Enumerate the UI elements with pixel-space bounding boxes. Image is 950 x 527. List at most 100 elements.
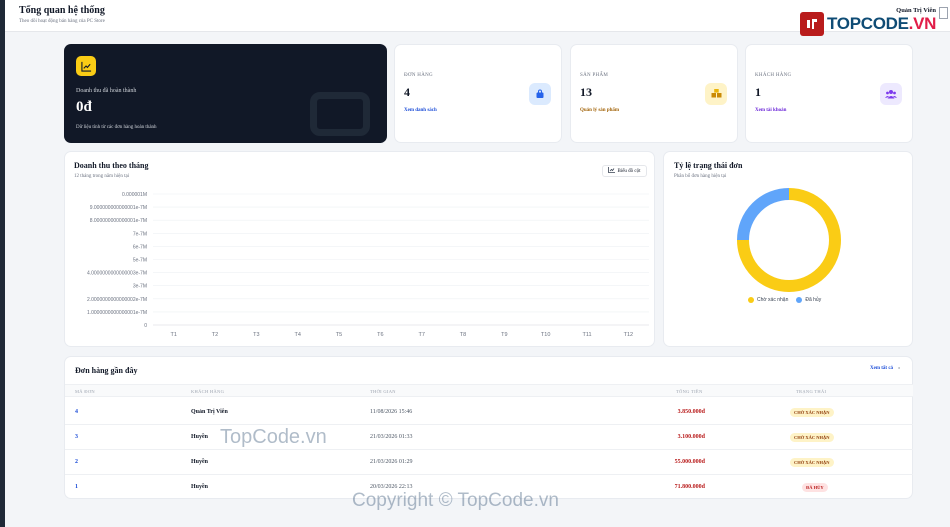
status-badge: CHỜ XÁC NHẬN	[790, 408, 834, 417]
y-tick-label: 9.000000000000001e-7M	[90, 205, 147, 211]
x-tick-label: T3	[253, 332, 259, 338]
table-row[interactable]: 2 Huyền 21/03/2026 01:29 55.000.000đ CHỜ…	[65, 451, 913, 475]
stat-value: 13	[580, 85, 592, 99]
x-tick-label: T10	[541, 332, 550, 338]
y-tick-label: 3e-7M	[133, 284, 147, 290]
decorative-chart-icon	[310, 92, 370, 136]
order-id[interactable]: 2	[75, 459, 78, 465]
x-tick-label: T6	[377, 332, 383, 338]
table-row[interactable]: 4 Quản Trị Viên 11/08/2026 15:46 3.850.0…	[65, 401, 913, 425]
bag-icon	[529, 83, 551, 105]
order-id[interactable]: 1	[75, 484, 78, 490]
y-tick-label: 6e-7M	[133, 244, 147, 250]
order-time: 11/08/2026 15:46	[370, 409, 413, 415]
table-row[interactable]: 1 Huyền 20/03/2026 22:13 71.800.000đ ĐÃ …	[65, 476, 913, 500]
order-time: 21/03/2026 01:29	[370, 459, 413, 465]
y-tick-label: 0.000001M	[122, 192, 147, 198]
y-tick-label: 4.0000000000000003e-7M	[87, 271, 147, 277]
stat-label: ĐƠN HÀNG	[404, 73, 433, 78]
stat-card-orders: ĐƠN HÀNG 4 Xem danh sách	[394, 44, 562, 143]
legend-swatch	[748, 297, 754, 303]
line-chart-icon	[76, 56, 96, 76]
order-time: 20/03/2026 22:13	[370, 484, 413, 490]
x-tick-label: T4	[294, 332, 300, 338]
y-tick-label: 8.000000000000001e-7M	[90, 218, 147, 224]
stat-card-products: SẢN PHẨM 13 Quản lý sản phẩm	[570, 44, 738, 143]
order-time: 21/03/2026 01:33	[370, 434, 413, 440]
legend-label: Đã hủy	[805, 297, 822, 303]
view-orders-link[interactable]: Xem danh sách	[404, 108, 437, 113]
logo-text-suffix: .VN	[908, 14, 937, 33]
col-header-status: TRẠNG THÁI	[796, 389, 827, 394]
logo-mark-icon	[800, 12, 824, 36]
legend-label: Chờ xác nhận	[757, 297, 789, 303]
stat-value: 4	[404, 85, 410, 99]
donut-slice	[737, 188, 790, 241]
view-accounts-link[interactable]: Xem tài khoản	[755, 108, 786, 113]
chart-legend: Chờ xác nhận Đã hủy	[748, 297, 821, 303]
col-header-total: TỔNG TIỀN	[676, 389, 703, 394]
stat-card-customers: KHÁCH HÀNG 1 Xem tài khoản	[745, 44, 913, 143]
revenue-bar-chart: 0 1.0000000000000001e-7M 2.000000000000000…	[87, 192, 649, 338]
order-id[interactable]: 3	[75, 434, 78, 440]
order-total: 71.800.000đ	[674, 484, 705, 490]
order-customer: Huyền	[191, 459, 209, 465]
order-customer: Huyền	[191, 484, 209, 490]
legend-item[interactable]: Đã hủy	[796, 297, 821, 303]
stat-label: SẢN PHẨM	[580, 73, 609, 78]
logo-text-main: TOPCODE	[827, 14, 909, 33]
x-tick-label: T5	[336, 332, 342, 338]
brand-logo: TOPCODE.VN	[800, 12, 936, 36]
stat-value: 1	[755, 85, 761, 99]
revenue-summary-card: Doanh thu đã hoàn thành 0đ Dữ liệu tính …	[64, 44, 387, 143]
revenue-value: 0đ	[76, 99, 92, 115]
order-customer: Huyền	[191, 434, 209, 440]
sidebar-rail	[0, 0, 5, 527]
status-badge: CHỜ XÁC NHẬN	[790, 458, 834, 467]
chevron-right-icon: ›	[898, 366, 900, 371]
x-tick-label: T8	[460, 332, 466, 338]
revenue-note: Dữ liệu tính từ các đơn hàng hoàn thành	[76, 125, 157, 130]
x-tick-label: T11	[582, 332, 591, 338]
x-tick-label: T1	[170, 332, 176, 338]
y-tick-label: 7e-7M	[133, 231, 147, 237]
avatar[interactable]	[939, 7, 948, 19]
revenue-label: Doanh thu đã hoàn thành	[76, 88, 137, 94]
users-icon	[880, 83, 902, 105]
manage-products-link[interactable]: Quản lý sản phẩm	[580, 108, 619, 113]
order-customer: Quản Trị Viên	[191, 409, 228, 415]
stat-label: KHÁCH HÀNG	[755, 73, 792, 78]
y-tick-label: 5e-7M	[133, 258, 147, 264]
order-id[interactable]: 4	[75, 409, 78, 415]
col-header-id: MÃ ĐƠN	[75, 389, 95, 394]
revenue-chart-card: Doanh thu theo tháng 12 tháng trong năm …	[64, 151, 655, 347]
x-tick-label: T9	[501, 332, 507, 338]
recent-orders-card: Đơn hàng gần đây Xem tất cả › MÃ ĐƠN KHÁ…	[64, 356, 913, 499]
order-status-donut	[737, 188, 841, 292]
legend-item[interactable]: Chờ xác nhận	[748, 297, 788, 303]
view-all-label: Xem tất cả	[870, 366, 894, 371]
x-tick-label: T12	[624, 332, 633, 338]
legend-swatch	[796, 297, 803, 303]
recent-orders-title: Đơn hàng gần đây	[75, 366, 138, 375]
col-header-time: THỜI GIAN	[370, 389, 396, 394]
status-badge: ĐÃ HỦY	[802, 483, 828, 492]
y-tick-label: 2.0000000000000002e-7M	[87, 297, 147, 303]
y-tick-label: 1.0000000000000001e-7M	[87, 310, 147, 316]
status-chart-card: Tỷ lệ trạng thái đơn Phân bổ đơn hàng hi…	[663, 151, 913, 347]
page-subtitle: Theo dõi hoạt động bán hàng của PC Store	[19, 19, 105, 24]
boxes-icon	[705, 83, 727, 105]
col-header-customer: KHÁCH HÀNG	[191, 389, 225, 394]
orders-table-header: MÃ ĐƠN KHÁCH HÀNG THỜI GIAN TỔNG TIỀN TR…	[65, 384, 913, 397]
status-badge: CHỜ XÁC NHẬN	[790, 433, 834, 442]
order-total: 3.100.000đ	[677, 434, 705, 440]
page-title: Tổng quan hệ thống	[19, 5, 105, 16]
table-row[interactable]: 3 Huyền 21/03/2026 01:33 3.100.000đ CHỜ …	[65, 426, 913, 450]
y-tick-label: 0	[144, 323, 147, 329]
view-all-link[interactable]: Xem tất cả ›	[870, 366, 900, 371]
order-total: 3.850.000đ	[677, 409, 705, 415]
x-tick-label: T2	[212, 332, 218, 338]
logo-text: TOPCODE.VN	[827, 14, 936, 34]
x-tick-label: T7	[418, 332, 424, 338]
order-total: 55.000.000đ	[674, 459, 705, 465]
